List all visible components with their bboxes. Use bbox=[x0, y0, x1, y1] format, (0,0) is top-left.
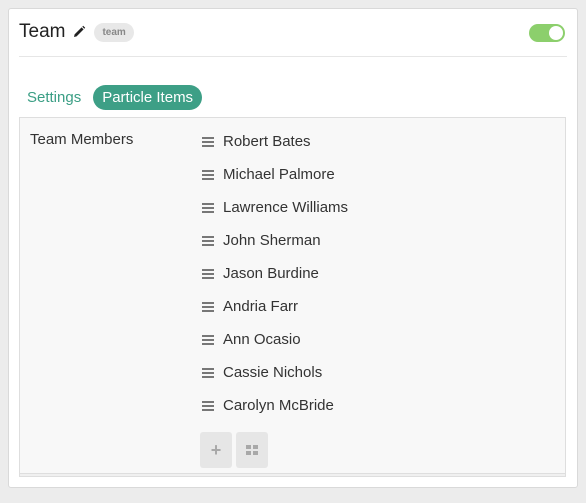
drag-handle-icon[interactable] bbox=[202, 268, 214, 279]
list-item-label: Jason Burdine bbox=[223, 265, 319, 282]
drag-handle-icon[interactable] bbox=[202, 367, 214, 378]
list-item[interactable]: Cassie Nichols bbox=[202, 356, 348, 389]
list-item[interactable]: John Sherman bbox=[202, 224, 348, 257]
drag-handle-icon[interactable] bbox=[202, 202, 214, 213]
tab-particle-items[interactable]: Particle Items bbox=[93, 85, 203, 110]
drag-handle-icon[interactable] bbox=[202, 136, 214, 147]
list-item-label: Andria Farr bbox=[223, 298, 299, 315]
particle-items-pane: Team Members Robert Bates Michael Palmor… bbox=[19, 117, 566, 477]
drag-handle-icon[interactable] bbox=[202, 334, 214, 345]
list-item-label: Robert Bates bbox=[223, 133, 311, 150]
drag-handle-icon[interactable] bbox=[202, 301, 214, 312]
list-item-label: Ann Ocasio bbox=[223, 331, 301, 348]
add-item-button[interactable]: + bbox=[200, 432, 232, 468]
enable-toggle[interactable] bbox=[529, 24, 565, 42]
list-item-label: John Sherman bbox=[223, 232, 321, 249]
plus-icon: + bbox=[210, 439, 222, 460]
list-item[interactable]: Carolyn McBride bbox=[202, 389, 348, 422]
type-badge: team bbox=[94, 23, 134, 42]
tab-bar: Settings Particle Items bbox=[21, 85, 203, 110]
toggle-knob bbox=[549, 26, 563, 40]
pane-bottom-bar bbox=[20, 473, 565, 476]
team-members-list: Robert Bates Michael Palmore Lawrence Wi… bbox=[202, 125, 348, 422]
list-item[interactable]: Andria Farr bbox=[202, 290, 348, 323]
list-item-label: Carolyn McBride bbox=[223, 397, 334, 414]
list-item[interactable]: Lawrence Williams bbox=[202, 191, 348, 224]
particle-panel: Team team Settings Particle Items Team M… bbox=[8, 8, 578, 488]
drag-handle-icon[interactable] bbox=[202, 400, 214, 411]
list-item-label: Lawrence Williams bbox=[223, 199, 349, 216]
drag-handle-icon[interactable] bbox=[202, 169, 214, 180]
list-item[interactable]: Michael Palmore bbox=[202, 158, 348, 191]
edit-all-button[interactable] bbox=[236, 432, 268, 468]
panel-title: Team bbox=[19, 21, 66, 42]
team-members-label: Team Members bbox=[30, 131, 134, 148]
list-item[interactable]: Jason Burdine bbox=[202, 257, 348, 290]
grid-icon bbox=[246, 445, 258, 455]
pencil-icon[interactable] bbox=[72, 25, 86, 39]
list-item[interactable]: Ann Ocasio bbox=[202, 323, 348, 356]
drag-handle-icon[interactable] bbox=[202, 235, 214, 246]
panel-header: Team team bbox=[19, 19, 567, 57]
list-item-label: Cassie Nichols bbox=[223, 364, 323, 381]
item-actions: + bbox=[200, 432, 268, 468]
tab-settings[interactable]: Settings bbox=[21, 85, 87, 110]
list-item-label: Michael Palmore bbox=[223, 166, 335, 183]
list-item[interactable]: Robert Bates bbox=[202, 125, 348, 158]
